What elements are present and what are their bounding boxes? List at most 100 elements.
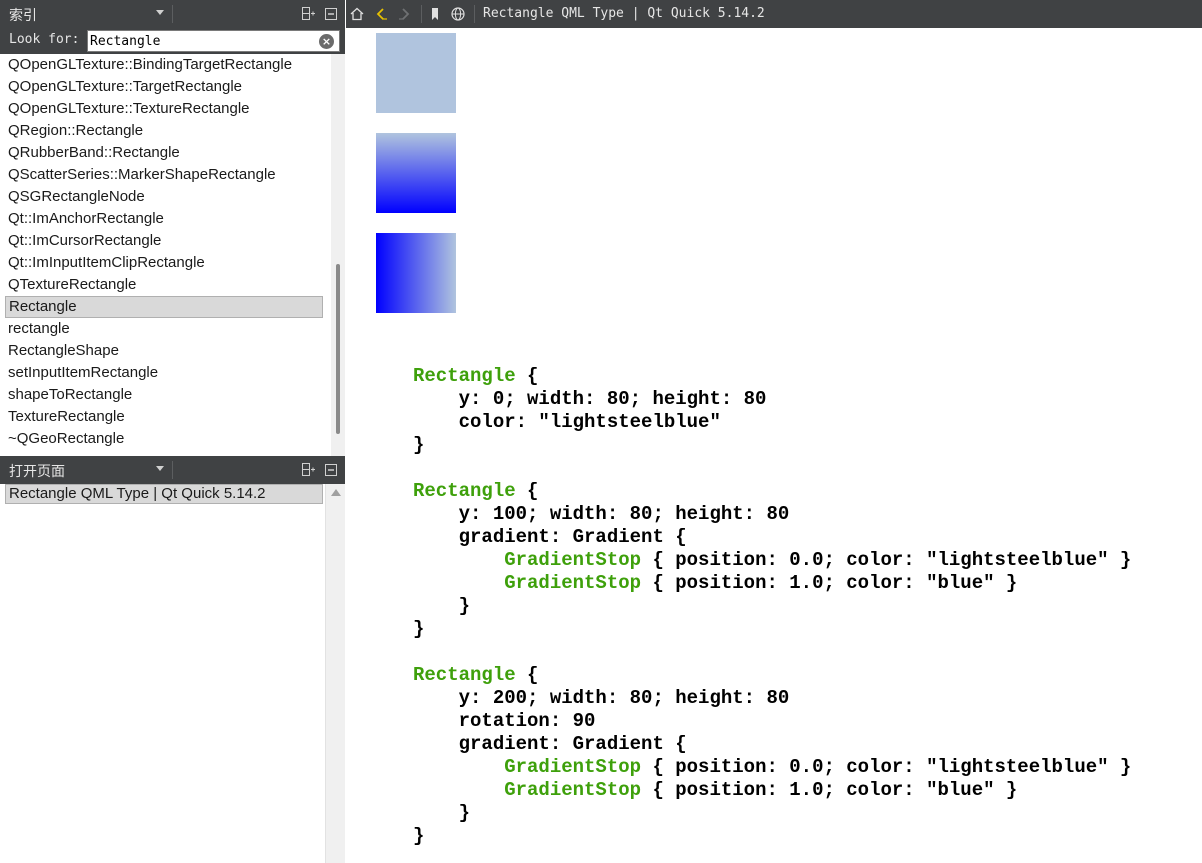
forward-icon[interactable]	[397, 6, 413, 22]
code-keyword: GradientStop	[504, 549, 642, 571]
index-list-item[interactable]: Qt::ImCursorRectangle	[5, 230, 323, 252]
index-list-item[interactable]: shapeToRectangle	[5, 384, 323, 406]
code-keyword: GradientStop	[504, 779, 642, 801]
split-pane-icon[interactable]	[302, 7, 315, 20]
code-line: y: 200; width: 80; height: 80	[413, 687, 1131, 710]
code-line: GradientStop { position: 1.0; color: "bl…	[413, 779, 1131, 802]
index-list-item[interactable]: ~QGeoRectangle	[5, 428, 323, 450]
search-label: Look for:	[9, 32, 80, 47]
demo-rectangle-solid	[376, 33, 456, 113]
index-list-item[interactable]: Qt::ImInputItemClipRectangle	[5, 252, 323, 274]
split-pane-icon[interactable]	[302, 463, 315, 476]
code-text: { position: 1.0; color: "blue" }	[641, 779, 1018, 801]
document-title-combo[interactable]: Rectangle QML Type | Qt Quick 5.14.2	[483, 6, 765, 21]
index-list-item[interactable]: QTextureRectangle	[5, 274, 323, 296]
globe-icon[interactable]	[450, 6, 466, 22]
toolbar-separator	[421, 5, 422, 23]
open-pages-pane-header: 打开页面	[0, 456, 345, 484]
code-text: { position: 0.0; color: "lightsteelblue"…	[641, 756, 1132, 778]
code-text: { position: 1.0; color: "blue" }	[641, 572, 1018, 594]
index-list-item[interactable]: QRubberBand::Rectangle	[5, 142, 323, 164]
header-separator	[172, 5, 173, 23]
index-list-item[interactable]: QOpenGLTexture::TargetRectangle	[5, 76, 323, 98]
code-line: y: 100; width: 80; height: 80	[413, 503, 1131, 526]
doc-toolbar: Rectangle QML Type | Qt Quick 5.14.2	[346, 0, 1202, 28]
code-line: GradientStop { position: 0.0; color: "li…	[413, 549, 1131, 572]
code-text: {	[515, 365, 539, 387]
index-list-item[interactable]: Rectangle	[5, 296, 323, 318]
index-list-item[interactable]: RectangleShape	[5, 340, 323, 362]
code-text: y: 200; width: 80; height: 80	[413, 687, 790, 709]
demo-rectangle-rotated-gradient	[376, 233, 456, 313]
code-keyword: Rectangle	[413, 664, 516, 686]
pane-selector-dropdown-icon[interactable]	[156, 10, 164, 15]
code-text: }	[413, 825, 425, 847]
code-line: }	[413, 595, 1131, 618]
index-list-item[interactable]: Qt::ImAnchorRectangle	[5, 208, 323, 230]
code-line: }	[413, 825, 1131, 848]
demo-rectangle-vertical-gradient	[376, 133, 456, 213]
code-text: gradient: Gradient {	[413, 733, 687, 755]
code-text: y: 0; width: 80; height: 80	[413, 388, 767, 410]
index-list-item[interactable]: QSGRectangleNode	[5, 186, 323, 208]
code-line: }	[413, 618, 1131, 641]
code-text: }	[413, 802, 471, 824]
code-keyword: GradientStop	[504, 756, 642, 778]
code-text: { position: 0.0; color: "lightsteelblue"…	[641, 549, 1132, 571]
code-keyword: GradientStop	[504, 572, 642, 594]
bookmark-icon[interactable]	[427, 6, 443, 22]
close-pane-icon[interactable]	[325, 464, 337, 476]
code-line: Rectangle {	[413, 365, 1131, 388]
index-list[interactable]: QOpenGLTexture::BindingTargetRectangle QO…	[0, 54, 345, 456]
close-pane-icon[interactable]	[325, 8, 337, 20]
code-keyword: Rectangle	[413, 480, 516, 502]
code-line: rotation: 90	[413, 710, 1131, 733]
open-pages-pane-title[interactable]: 打开页面	[9, 461, 65, 481]
search-field[interactable]: ×	[87, 30, 340, 52]
open-page-item[interactable]: Rectangle QML Type | Qt Quick 5.14.2	[5, 484, 323, 504]
code-text: }	[413, 595, 471, 617]
code-line: Rectangle {	[413, 664, 1131, 687]
index-list-item[interactable]: rectangle	[5, 318, 323, 340]
code-text: {	[515, 664, 539, 686]
code-line: Rectangle {	[413, 480, 1131, 503]
search-input[interactable]	[90, 33, 314, 49]
scroll-up-icon[interactable]	[331, 489, 341, 496]
index-list-item[interactable]: setInputItemRectangle	[5, 362, 323, 384]
help-content: Rectangle QML Type | Qt Quick 5.14.2 Rec…	[346, 0, 1202, 863]
help-sidebar: 索引 Look for: × QOpenGLTexture::BindingTa…	[0, 0, 345, 863]
index-list-item[interactable]: QOpenGLTexture::TextureRectangle	[5, 98, 323, 120]
scrollbar-thumb[interactable]	[336, 264, 340, 434]
code-line: y: 0; width: 80; height: 80	[413, 388, 1131, 411]
clear-search-icon[interactable]: ×	[319, 34, 334, 49]
code-line: GradientStop { position: 0.0; color: "li…	[413, 756, 1131, 779]
pane-selector-dropdown-icon[interactable]	[156, 466, 164, 471]
code-line: gradient: Gradient {	[413, 526, 1131, 549]
code-line: color: "lightsteelblue"	[413, 411, 1131, 434]
index-list-item[interactable]: QOpenGLTexture::BindingTargetRectangle	[5, 54, 323, 76]
code-text: }	[413, 618, 425, 640]
home-icon[interactable]	[349, 6, 365, 22]
index-pane-title[interactable]: 索引	[9, 5, 37, 25]
index-search-row: Look for: ×	[0, 28, 345, 54]
index-list-item[interactable]: QRegion::Rectangle	[5, 120, 323, 142]
code-text: {	[515, 480, 539, 502]
index-pane-header: 索引	[0, 0, 345, 28]
index-list-item[interactable]: TextureRectangle	[5, 406, 323, 428]
code-line: GradientStop { position: 1.0; color: "bl…	[413, 572, 1131, 595]
index-list-item[interactable]: QScatterSeries::MarkerShapeRectangle	[5, 164, 323, 186]
code-line: }	[413, 434, 1131, 457]
toolbar-separator	[474, 5, 475, 23]
open-pages-list: Rectangle QML Type | Qt Quick 5.14.2	[0, 484, 345, 863]
code-text: }	[413, 434, 425, 456]
code-text: y: 100; width: 80; height: 80	[413, 503, 790, 525]
back-icon[interactable]	[373, 6, 389, 22]
open-pages-scrollbar[interactable]	[325, 484, 345, 863]
index-list-scrollbar[interactable]	[331, 54, 345, 456]
